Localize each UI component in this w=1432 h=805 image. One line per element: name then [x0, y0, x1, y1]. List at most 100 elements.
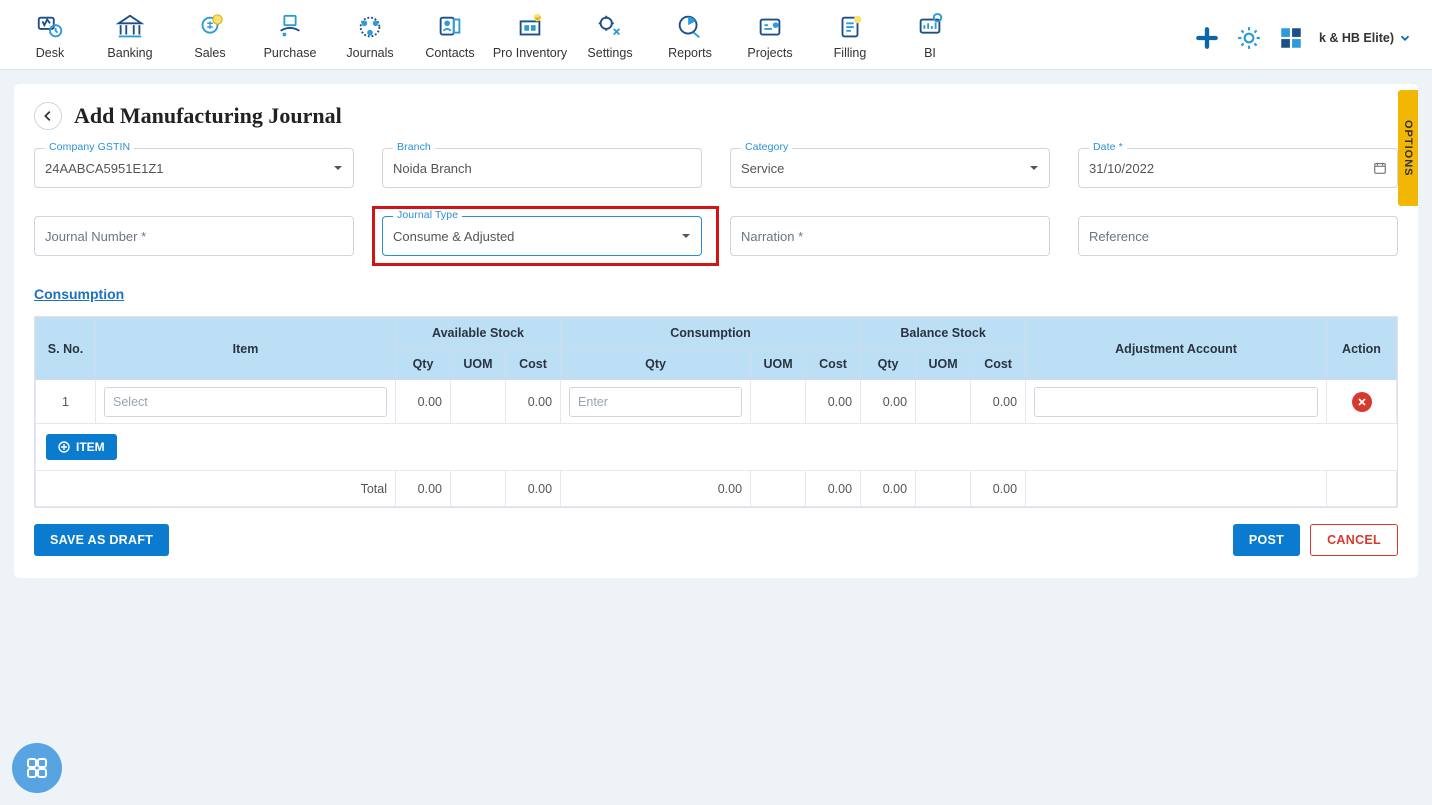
- total-avail-uom: [451, 471, 506, 507]
- nav-right: k & HB Elite): [1193, 24, 1422, 52]
- settings-gear-button[interactable]: [1235, 24, 1263, 52]
- nav-desk[interactable]: Desk: [10, 8, 90, 68]
- field-label: Journal Type: [393, 209, 462, 221]
- field-value: 31/10/2022: [1089, 161, 1373, 176]
- field-label: Branch: [393, 141, 435, 153]
- consumption-table: S. No. Item Available Stock Consumption …: [34, 316, 1398, 508]
- cell-cons-qty: [561, 380, 751, 424]
- narration-input[interactable]: Narration *: [730, 216, 1050, 256]
- consumption-qty-input[interactable]: [569, 387, 742, 417]
- footer-buttons: SAVE AS DRAFT POST CANCEL: [34, 524, 1398, 556]
- cell-cons-cost: 0.00: [806, 380, 861, 424]
- date-input[interactable]: Date * 31/10/2022: [1078, 148, 1398, 188]
- nav-label: Contacts: [425, 46, 474, 60]
- top-nav: Desk Banking Sales Purchase Journals Con…: [0, 0, 1432, 70]
- branch-select[interactable]: Branch Noida Branch: [382, 148, 702, 188]
- totals-row: Total 0.00 0.00 0.00 0.00 0.00 0.00: [36, 471, 1397, 507]
- nav-journals[interactable]: Journals: [330, 8, 410, 68]
- field-placeholder: Journal Number *: [45, 229, 343, 244]
- th-bal-cost: Cost: [971, 349, 1026, 380]
- category-select[interactable]: Category Service: [730, 148, 1050, 188]
- plus-circle-icon: [58, 441, 70, 453]
- th-avail-uom: UOM: [451, 349, 506, 380]
- total-bal-cost: 0.00: [971, 471, 1026, 507]
- cell-bal-cost: 0.00: [971, 380, 1026, 424]
- cell-item: [96, 380, 396, 424]
- item-select-input[interactable]: [104, 387, 387, 417]
- nav-label: Desk: [36, 46, 64, 60]
- filling-icon: [835, 12, 865, 42]
- th-cons-cost: Cost: [806, 349, 861, 380]
- th-adjustment: Adjustment Account: [1026, 318, 1327, 380]
- sales-icon: [195, 12, 225, 42]
- page-body: OPTIONS Add Manufacturing Journal Compan…: [0, 70, 1432, 592]
- consumption-link[interactable]: Consumption: [34, 286, 124, 302]
- company-gstin-select[interactable]: Company GSTIN 24AABCA5951E1Z1: [34, 148, 354, 188]
- nav-label: Sales: [194, 46, 225, 60]
- field-label: Date *: [1089, 141, 1127, 153]
- th-cons-qty: Qty: [561, 349, 751, 380]
- total-bal-uom: [916, 471, 971, 507]
- add-item-label: ITEM: [76, 440, 105, 454]
- gear-icon: [1236, 25, 1262, 51]
- nav-label: Banking: [107, 46, 152, 60]
- caret-down-icon: [681, 231, 691, 241]
- add-item-row: ITEM: [36, 424, 1397, 471]
- nav-projects[interactable]: Projects: [730, 8, 810, 68]
- calculator-button[interactable]: [1277, 24, 1305, 52]
- bi-icon: [915, 12, 945, 42]
- cell-bal-uom: [916, 380, 971, 424]
- nav-purchase[interactable]: Purchase: [250, 8, 330, 68]
- add-button[interactable]: [1193, 24, 1221, 52]
- nav-bi[interactable]: BI: [890, 8, 970, 68]
- th-avail-cost: Cost: [506, 349, 561, 380]
- apps-fab[interactable]: [12, 743, 62, 793]
- table-row: 1 0.00 0.00 0.00 0.00: [36, 380, 1397, 424]
- nav-filling[interactable]: Filling: [810, 8, 890, 68]
- field-value: Consume & Adjusted: [393, 229, 681, 244]
- org-selector[interactable]: k & HB Elite): [1319, 31, 1412, 45]
- journal-type-select[interactable]: Journal Type Consume & Adjusted: [382, 216, 702, 256]
- nav-contacts[interactable]: Contacts: [410, 8, 490, 68]
- nav-label: Filling: [834, 46, 867, 60]
- journal-number-input[interactable]: Journal Number *: [34, 216, 354, 256]
- form-grid: Company GSTIN 24AABCA5951E1Z1 Branch Noi…: [34, 148, 1398, 256]
- cell-adjustment: [1026, 380, 1327, 424]
- total-cons-uom: [751, 471, 806, 507]
- cell-sno: 1: [36, 380, 96, 424]
- reports-icon: [675, 12, 705, 42]
- back-button[interactable]: [34, 102, 62, 130]
- nav-proinventory[interactable]: Pro Inventory: [490, 8, 570, 68]
- th-available: Available Stock: [396, 318, 561, 349]
- nav-reports[interactable]: Reports: [650, 8, 730, 68]
- nav-label: Projects: [747, 46, 792, 60]
- desk-icon: [35, 12, 65, 42]
- cancel-button[interactable]: CANCEL: [1310, 524, 1398, 556]
- nav-label: Purchase: [264, 46, 317, 60]
- delete-row-button[interactable]: [1352, 392, 1372, 412]
- page-title: Add Manufacturing Journal: [74, 103, 342, 129]
- nav-label: Settings: [587, 46, 632, 60]
- purchase-icon: [275, 12, 305, 42]
- nav-sales[interactable]: Sales: [170, 8, 250, 68]
- field-value: Service: [741, 161, 1029, 176]
- total-avail-cost: 0.00: [506, 471, 561, 507]
- field-placeholder: Narration *: [741, 229, 1039, 244]
- reference-input[interactable]: Reference: [1078, 216, 1398, 256]
- grid-icon: [25, 756, 49, 780]
- post-button[interactable]: POST: [1233, 524, 1300, 556]
- th-bal-qty: Qty: [861, 349, 916, 380]
- th-sno: S. No.: [36, 318, 96, 380]
- nav-label: Journals: [346, 46, 393, 60]
- field-placeholder: Reference: [1089, 229, 1387, 244]
- th-cons-uom: UOM: [751, 349, 806, 380]
- adjustment-account-input[interactable]: [1034, 387, 1318, 417]
- th-item: Item: [96, 318, 396, 380]
- total-action: [1327, 471, 1397, 507]
- nav-settings[interactable]: Settings: [570, 8, 650, 68]
- save-draft-button[interactable]: SAVE AS DRAFT: [34, 524, 169, 556]
- total-cons-qty: 0.00: [561, 471, 751, 507]
- nav-banking[interactable]: Banking: [90, 8, 170, 68]
- add-item-button[interactable]: ITEM: [46, 434, 117, 460]
- options-tab[interactable]: OPTIONS: [1398, 90, 1418, 206]
